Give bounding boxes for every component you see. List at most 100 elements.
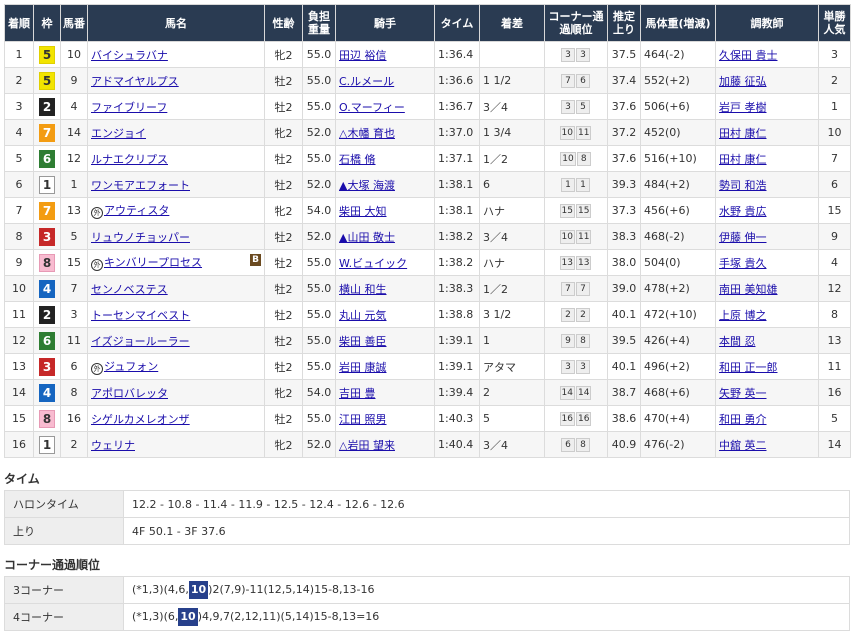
corner4-post: )4,9,7(2,12,11)(5,14)15-8,13=16 xyxy=(197,610,380,623)
trainer-cell: 水野 貴広 xyxy=(715,197,819,224)
rank-cell: 12 xyxy=(4,327,34,354)
waku-cell: 6 xyxy=(33,145,61,172)
weight-cell: 55.0 xyxy=(302,327,336,354)
trainer-link[interactable]: 本間 忍 xyxy=(719,335,756,348)
horse-link[interactable]: アドマイヤルプス xyxy=(91,75,179,88)
rank-cell: 7 xyxy=(4,197,34,224)
corner-pos-4: 15 xyxy=(576,204,592,218)
corner-pos-3: 10 xyxy=(560,152,576,166)
horse-link[interactable]: トーセンマイベスト xyxy=(91,309,190,322)
jockey-link[interactable]: △木幡 育也 xyxy=(339,127,395,140)
jockey-link[interactable]: 吉田 豊 xyxy=(339,387,376,400)
body-cell: 456(+6) xyxy=(640,197,716,224)
trainer-cell: 和田 勇介 xyxy=(715,405,819,432)
jockey-link[interactable]: ▲山田 敬士 xyxy=(339,231,395,244)
num-cell: 13 xyxy=(60,197,88,224)
corner-pos-3: 3 xyxy=(561,48,575,62)
horse-link[interactable]: ウェリナ xyxy=(91,439,135,452)
horse-link[interactable]: アウティスタ xyxy=(104,204,169,217)
num-cell: 6 xyxy=(60,353,88,380)
trainer-link[interactable]: 田村 康仁 xyxy=(719,153,767,166)
pop-cell: 4 xyxy=(818,249,851,276)
trainer-link[interactable]: 和田 正一郎 xyxy=(719,361,778,374)
horse-link[interactable]: ルナエクリプス xyxy=(91,153,168,166)
rank-cell: 13 xyxy=(4,353,34,380)
corner-cell: 35 xyxy=(544,93,608,120)
trainer-cell: 田村 康仁 xyxy=(715,145,819,172)
trainer-link[interactable]: 加藤 征弘 xyxy=(719,75,767,88)
name-cell: シゲルカメレオンザ xyxy=(87,405,265,432)
jockey-link[interactable]: 石橋 脩 xyxy=(339,153,376,166)
weight-cell: 52.0 xyxy=(302,223,336,250)
trainer-link[interactable]: 和田 勇介 xyxy=(719,413,767,426)
waku-cell: 3 xyxy=(33,353,61,380)
jockey-link[interactable]: O.マーフィー xyxy=(339,101,405,114)
horse-link[interactable]: リュウノチョッパー xyxy=(91,231,190,244)
waku-cell: 1 xyxy=(33,431,61,458)
corner-cell: 15 15 xyxy=(544,197,608,224)
table-row: 15 8 16 シゲルカメレオンザ 牡2 55.0 江田 照男 1:40.3 5 16 16 38.6… xyxy=(4,405,851,432)
jockey-link[interactable]: 丸山 元気 xyxy=(339,309,387,322)
horse-link[interactable]: センノベステス xyxy=(91,283,168,296)
body-cell: 478(+2) xyxy=(640,275,716,302)
trainer-link[interactable]: 矢野 英一 xyxy=(719,387,767,400)
trainer-link[interactable]: 岩戸 孝樹 xyxy=(719,101,767,114)
waku-badge: 2 xyxy=(39,305,55,324)
corner-pos-4: 16 xyxy=(576,412,592,426)
horse-link[interactable]: イズジョールーラー xyxy=(91,335,190,348)
horse-link[interactable]: ファイブリーフ xyxy=(91,101,167,114)
horse-link[interactable]: シゲルカメレオンザ xyxy=(91,413,190,426)
trainer-link[interactable]: 手塚 貴久 xyxy=(719,257,767,270)
result-table: 着順 枠 馬番 馬名 性齢 負担重量 騎手 タイム 着差 コーナー通過順位 推定… xyxy=(4,4,851,458)
jockey-link[interactable]: 岩田 康誠 xyxy=(339,361,387,374)
trainer-link[interactable]: 田村 康仁 xyxy=(719,127,767,140)
time-cell: 1:39.4 xyxy=(434,379,480,406)
name-cell: 外アウティスタ xyxy=(87,197,265,224)
rank-cell: 8 xyxy=(4,223,34,250)
name-cell: トーセンマイベスト xyxy=(87,301,265,328)
trainer-link[interactable]: 水野 貴広 xyxy=(719,205,767,218)
jockey-link[interactable]: 田辺 裕信 xyxy=(339,49,387,62)
jockey-cell: W.ビュイック xyxy=(335,249,435,276)
jockey-link[interactable]: C.ルメール xyxy=(339,75,394,88)
jockey-link[interactable]: 江田 照男 xyxy=(339,413,387,426)
trainer-link[interactable]: 中舘 英二 xyxy=(719,439,767,452)
table-row: 1 5 10 バイシュラバナ 牝2 55.0 田辺 裕信 1:36.4 3 3 37.5 464(-2… xyxy=(4,41,851,68)
corner-pos-3: 15 xyxy=(559,204,575,218)
trainer-link[interactable]: 南田 美知雄 xyxy=(719,283,778,296)
margin-cell: アタマ xyxy=(479,353,545,380)
corner-pos-3: 2 xyxy=(561,308,575,322)
trainer-link[interactable]: 伊藤 伸一 xyxy=(719,231,767,244)
horse-link[interactable]: エンジョイ xyxy=(91,127,146,140)
table-row: 5 6 12 ルナエクリプス 牡2 55.0 石橋 脩 1:37.1 1／2 10 8 37.6 516… xyxy=(4,145,851,172)
jockey-link[interactable]: 柴田 善臣 xyxy=(339,335,387,348)
body-cell: 464(-2) xyxy=(640,41,716,68)
margin-cell xyxy=(479,41,545,68)
trainer-cell: 伊藤 伸一 xyxy=(715,223,819,250)
time-cell: 1:36.7 xyxy=(434,93,480,120)
horse-link[interactable]: ワンモアエフォート xyxy=(91,179,190,192)
jockey-cell: O.マーフィー xyxy=(335,93,435,120)
horse-link[interactable]: ジュフォン xyxy=(104,360,158,373)
waku-badge: 3 xyxy=(39,357,55,376)
trainer-link[interactable]: 久保田 貴士 xyxy=(719,49,778,62)
corner-pos-4: 2 xyxy=(576,308,590,322)
jockey-link[interactable]: 横山 和生 xyxy=(339,283,387,296)
trainer-link[interactable]: 勢司 和浩 xyxy=(719,179,767,192)
horse-link[interactable]: バイシュラバナ xyxy=(91,49,168,62)
pop-cell: 12 xyxy=(818,275,851,302)
jockey-link[interactable]: W.ビュイック xyxy=(339,257,407,270)
num-cell: 7 xyxy=(60,275,88,302)
horse-link[interactable]: アポロバレッタ xyxy=(91,387,168,400)
jockey-link[interactable]: △岩田 望来 xyxy=(339,439,395,452)
corner-pos-4: 8 xyxy=(576,334,590,348)
jockey-link[interactable]: ▲大塚 海渡 xyxy=(339,179,395,192)
jockey-link[interactable]: 柴田 大知 xyxy=(339,205,387,218)
trainer-cell: 上原 博之 xyxy=(715,301,819,328)
body-cell: 504(0) xyxy=(640,249,716,276)
trainer-link[interactable]: 上原 博之 xyxy=(719,309,767,322)
time-cell: 1:37.0 xyxy=(434,119,480,146)
waku-cell: 6 xyxy=(33,327,61,354)
horse-link[interactable]: キンバリープロセス xyxy=(104,256,202,269)
table-row: 4 7 14 エンジョイ 牝2 52.0 △木幡 育也 1:37.0 1 3/4 10 11 37.2… xyxy=(4,119,851,146)
